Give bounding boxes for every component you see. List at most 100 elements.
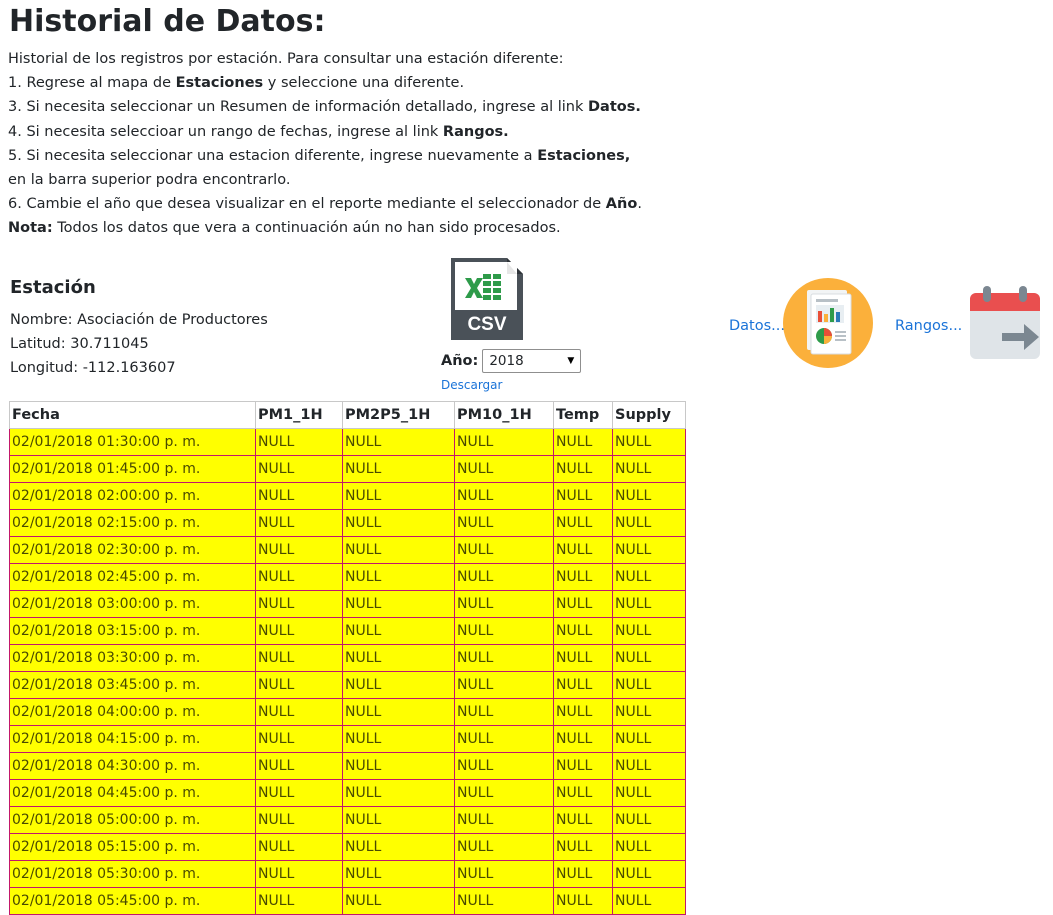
table-cell: NULL — [342, 428, 455, 456]
table-row: 02/01/2018 04:00:00 p. m. NULL NULL NULL NUL… — [9, 698, 686, 726]
instruction-bold: Nota: — [8, 220, 53, 237]
table-cell: NULL — [553, 833, 613, 861]
download-link[interactable]: Descargar — [441, 378, 502, 392]
table-cell: NULL — [342, 779, 455, 807]
table-cell: NULL — [612, 509, 686, 537]
table-cell: NULL — [342, 644, 455, 672]
table-cell: NULL — [612, 698, 686, 726]
table-cell: 02/01/2018 02:30:00 p. m. — [9, 536, 256, 564]
instruction-line: 6. Cambie el año que desea visualizar en… — [8, 192, 708, 216]
table-cell: NULL — [454, 536, 554, 564]
rangos-link[interactable]: Rangos... — [895, 318, 962, 334]
instruction-bold: Año — [605, 196, 638, 213]
instructions: Historial de los registros por estación.… — [8, 47, 708, 241]
table-row: 02/01/2018 03:15:00 p. m. NULL NULL NULL NUL… — [9, 617, 686, 645]
table-cell: 02/01/2018 02:15:00 p. m. — [9, 509, 256, 537]
table-cell: 02/01/2018 05:45:00 p. m. — [9, 887, 256, 915]
table-cell: NULL — [342, 887, 455, 915]
csv-label: CSV — [467, 314, 506, 335]
table-row: 02/01/2018 04:15:00 p. m. NULL NULL NULL NUL… — [9, 725, 686, 753]
table-cell: NULL — [255, 428, 343, 456]
table-row: 02/01/2018 05:45:00 p. m. NULL NULL NULL NUL… — [9, 887, 686, 915]
table-cell: NULL — [454, 779, 554, 807]
table-cell: NULL — [255, 752, 343, 780]
table-row: 02/01/2018 02:30:00 p. m. NULL NULL NULL NUL… — [9, 536, 686, 564]
table-cell: NULL — [553, 806, 613, 834]
instruction-text: 1. Regrese al mapa de — [8, 75, 176, 92]
table-cell: 02/01/2018 03:00:00 p. m. — [9, 590, 256, 618]
table-cell: 02/01/2018 04:00:00 p. m. — [9, 698, 256, 726]
instruction-line: 1. Regrese al mapa de Estaciones y selec… — [8, 71, 708, 95]
table-cell: NULL — [612, 455, 686, 483]
table-cell: NULL — [255, 509, 343, 537]
table-cell: NULL — [342, 698, 455, 726]
table-cell: NULL — [342, 455, 455, 483]
instruction-bold: Datos. — [588, 99, 641, 116]
table-cell: NULL — [255, 536, 343, 564]
table-row: 02/01/2018 05:30:00 p. m. NULL NULL NULL NUL… — [9, 860, 686, 888]
table-row: 02/01/2018 02:45:00 p. m. NULL NULL NULL NUL… — [9, 563, 686, 591]
table-cell: NULL — [454, 590, 554, 618]
table-cell: NULL — [342, 752, 455, 780]
column-header: Fecha — [9, 401, 256, 429]
table-cell: NULL — [553, 887, 613, 915]
table-cell: NULL — [612, 536, 686, 564]
instruction-text: Todos los datos que vera a continuación … — [52, 220, 561, 237]
table-row: 02/01/2018 02:15:00 p. m. NULL NULL NULL NUL… — [9, 509, 686, 537]
table-cell: NULL — [342, 590, 455, 618]
table-cell: 02/01/2018 05:00:00 p. m. — [9, 806, 256, 834]
table-cell: NULL — [342, 725, 455, 753]
instruction-line: 4. Si necesita seleccioar un rango de fe… — [8, 120, 708, 144]
instruction-line: 3. Si necesita seleccionar un Resumen de… — [8, 95, 708, 119]
station-latitude: Latitud: 30.711045 — [10, 336, 149, 352]
table-cell: NULL — [553, 482, 613, 510]
instruction-line: Nota: Todos los datos que vera a continu… — [8, 216, 708, 240]
table-cell: NULL — [553, 428, 613, 456]
station-name: Nombre: Asociación de Productores — [10, 312, 268, 328]
table-cell: NULL — [342, 617, 455, 645]
table-cell: NULL — [454, 617, 554, 645]
instruction-text: 6. Cambie el año que desea visualizar en… — [8, 196, 606, 213]
table-cell: NULL — [342, 482, 455, 510]
table-cell: NULL — [553, 455, 613, 483]
table-cell: NULL — [553, 509, 613, 537]
table-cell: NULL — [553, 671, 613, 699]
table-cell: NULL — [454, 671, 554, 699]
table-cell: NULL — [553, 617, 613, 645]
instruction-text: en la barra superior podra encontrarlo. — [8, 172, 291, 189]
table-cell: NULL — [255, 617, 343, 645]
table-row: 02/01/2018 05:00:00 p. m. NULL NULL NULL NUL… — [9, 806, 686, 834]
column-header: Temp — [553, 401, 613, 429]
table-cell: NULL — [612, 725, 686, 753]
table-cell: NULL — [255, 644, 343, 672]
table-cell: NULL — [255, 806, 343, 834]
data-table: Fecha PM1_1H PM2P5_1H PM10_1H Temp Supply 02/… — [9, 401, 686, 915]
datos-link[interactable]: Datos... — [729, 318, 785, 334]
table-cell: NULL — [454, 482, 554, 510]
calendar-arrow-icon[interactable] — [968, 285, 1042, 361]
table-cell: NULL — [553, 779, 613, 807]
table-cell: NULL — [342, 509, 455, 537]
instruction-line: en la barra superior podra encontrarlo. — [8, 168, 708, 192]
table-cell: NULL — [255, 779, 343, 807]
table-cell: 02/01/2018 03:15:00 p. m. — [9, 617, 256, 645]
station-longitude: Longitud: -112.163607 — [10, 360, 176, 376]
table-cell: NULL — [255, 590, 343, 618]
table-cell: NULL — [454, 509, 554, 537]
report-icon[interactable] — [783, 278, 873, 368]
instruction-text: y seleccione una diferente. — [263, 75, 465, 92]
csv-file-icon[interactable]: CSV — [447, 256, 525, 344]
table-cell: NULL — [255, 833, 343, 861]
column-header: PM2P5_1H — [342, 401, 455, 429]
table-cell: NULL — [255, 698, 343, 726]
table-cell: NULL — [255, 725, 343, 753]
chevron-down-icon: ▼ — [567, 356, 575, 366]
table-cell: NULL — [454, 860, 554, 888]
year-value: 2018 — [489, 353, 524, 369]
station-info: Estación Nombre: Asociación de Productor… — [10, 274, 268, 380]
year-select[interactable]: 2018 ▼ — [482, 349, 582, 373]
station-heading: Estación — [10, 277, 96, 298]
table-cell: 02/01/2018 04:45:00 p. m. — [9, 779, 256, 807]
table-cell: NULL — [454, 563, 554, 591]
instruction-line: Historial de los registros por estación.… — [8, 47, 708, 71]
